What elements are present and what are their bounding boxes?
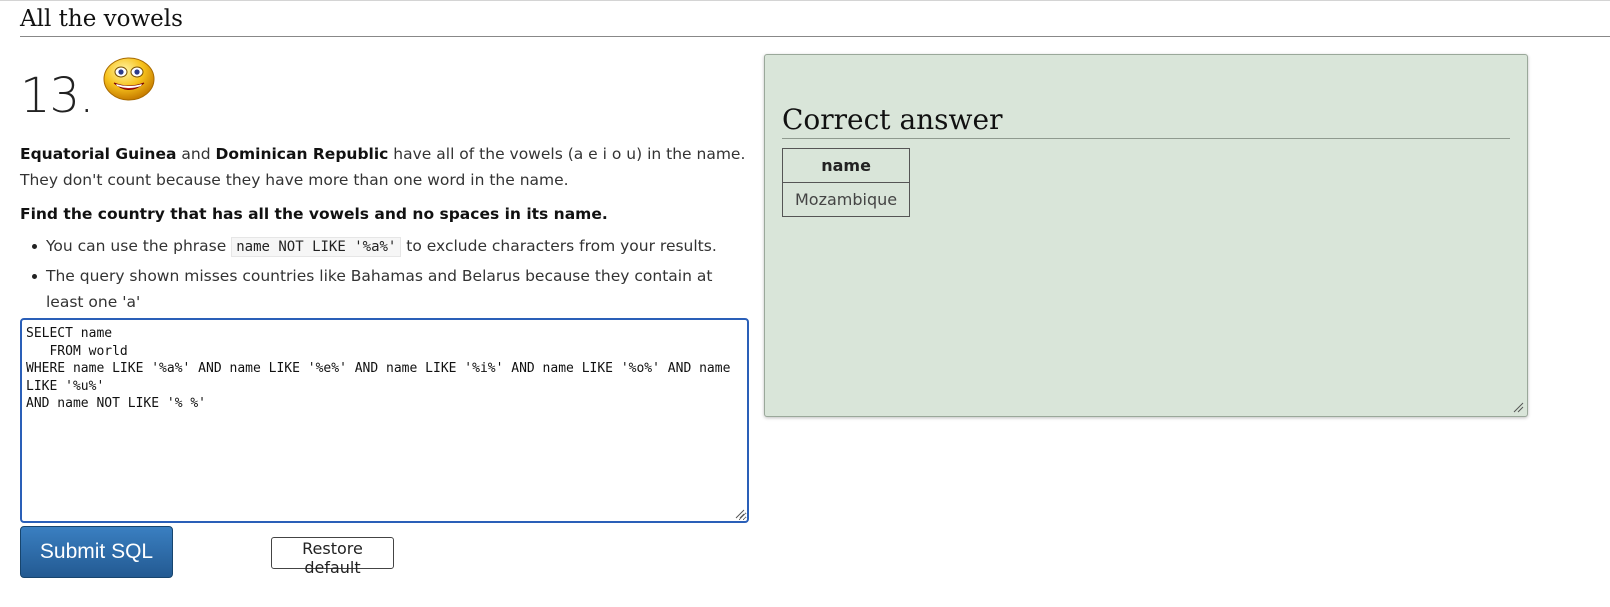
- top-rule: [0, 0, 1610, 1]
- submit-sql-button[interactable]: Submit SQL: [20, 526, 173, 578]
- hint-item-1: You can use the phrase name NOT LIKE '%a…: [32, 233, 748, 260]
- table-row: Mozambique: [781, 182, 911, 217]
- intro-paragraph: Equatorial Guinea and Dominican Republic…: [20, 141, 748, 193]
- question-body: Equatorial Guinea and Dominican Republic…: [20, 141, 748, 318]
- correct-answer-panel: Correct answer name Mozambique: [764, 54, 1528, 417]
- hint-1-before: You can use the phrase: [46, 237, 232, 255]
- answer-table: name Mozambique: [781, 148, 911, 217]
- sql-editor[interactable]: SELECT name FROM world WHERE name LIKE '…: [20, 318, 749, 523]
- hint-1-code: name NOT LIKE '%a%': [231, 237, 402, 257]
- answer-column-header: name: [781, 148, 911, 183]
- hint-1-after: to exclude characters from your results.: [401, 237, 717, 255]
- intro-and-text: and: [176, 145, 216, 163]
- hint-item-2: The query shown misses countries like Ba…: [32, 263, 748, 315]
- answer-header-row: name: [781, 148, 911, 183]
- country-equatorial-guinea: Equatorial Guinea: [20, 145, 177, 163]
- editor-resize-grip-icon[interactable]: [734, 508, 745, 519]
- question-number: 13.: [20, 68, 94, 124]
- section-title: All the vowels: [20, 6, 1610, 37]
- country-dominican-republic: Dominican Republic: [215, 145, 389, 163]
- panel-resize-grip-icon[interactable]: [1512, 401, 1524, 413]
- restore-default-button[interactable]: Restore default: [271, 537, 394, 577]
- hint-list: You can use the phrase name NOT LIKE '%a…: [20, 233, 748, 315]
- answer-cell: Mozambique: [781, 182, 911, 217]
- answer-title: Correct answer: [782, 103, 1510, 139]
- task-statement: Find the country that has all the vowels…: [20, 205, 608, 223]
- smiley-face-icon: [103, 57, 155, 101]
